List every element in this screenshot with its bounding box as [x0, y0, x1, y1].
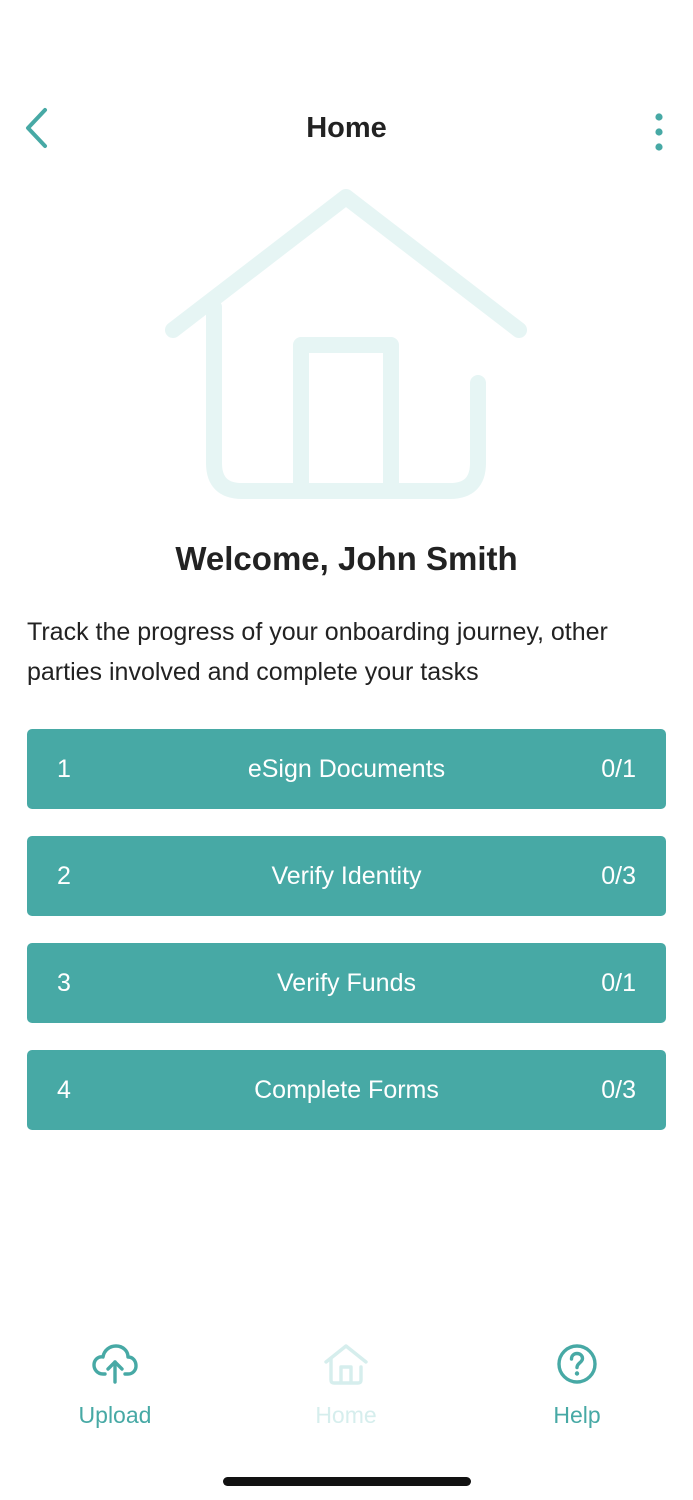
task-esign-documents[interactable]: 1 eSign Documents 0/1 [27, 729, 666, 809]
nav-upload-label: Upload [78, 1402, 152, 1428]
header: Home [0, 90, 693, 170]
nav-home-label: Home [315, 1402, 377, 1428]
bottom-navigation: Upload Home Help [0, 1340, 693, 1450]
task-label: Verify Identity [271, 862, 422, 890]
task-progress: 0/3 [601, 862, 636, 890]
welcome-description: Track the progress of your onboarding jo… [27, 618, 608, 686]
nav-help[interactable]: Help [497, 1340, 657, 1429]
task-progress: 0/3 [601, 1076, 636, 1104]
more-vertical-icon [655, 113, 663, 151]
task-verify-identity[interactable]: 2 Verify Identity 0/3 [27, 836, 666, 916]
welcome-heading: Welcome, John Smith [175, 540, 518, 577]
task-label: Complete Forms [254, 1076, 439, 1104]
house-illustration [165, 189, 527, 499]
page-title: Home [306, 112, 387, 144]
home-indicator [223, 1477, 471, 1486]
home-icon [324, 1344, 368, 1385]
nav-home[interactable]: Home [266, 1340, 426, 1429]
task-complete-forms[interactable]: 4 Complete Forms 0/3 [27, 1050, 666, 1130]
task-verify-funds[interactable]: 3 Verify Funds 0/1 [27, 943, 666, 1023]
more-options-button[interactable] [641, 104, 677, 160]
home-screen: Home Welcome, John Smith Track the progr… [0, 0, 693, 1500]
cloud-upload-icon [92, 1344, 138, 1384]
help-circle-icon [557, 1344, 597, 1384]
task-progress: 0/1 [601, 755, 636, 783]
task-progress: 0/1 [601, 969, 636, 997]
nav-upload[interactable]: Upload [35, 1340, 195, 1429]
task-list: 1 eSign Documents 0/1 2 Verify Identity … [27, 729, 666, 1157]
nav-help-label: Help [553, 1402, 601, 1428]
task-label: Verify Funds [277, 969, 416, 997]
task-label: eSign Documents [247, 755, 446, 783]
